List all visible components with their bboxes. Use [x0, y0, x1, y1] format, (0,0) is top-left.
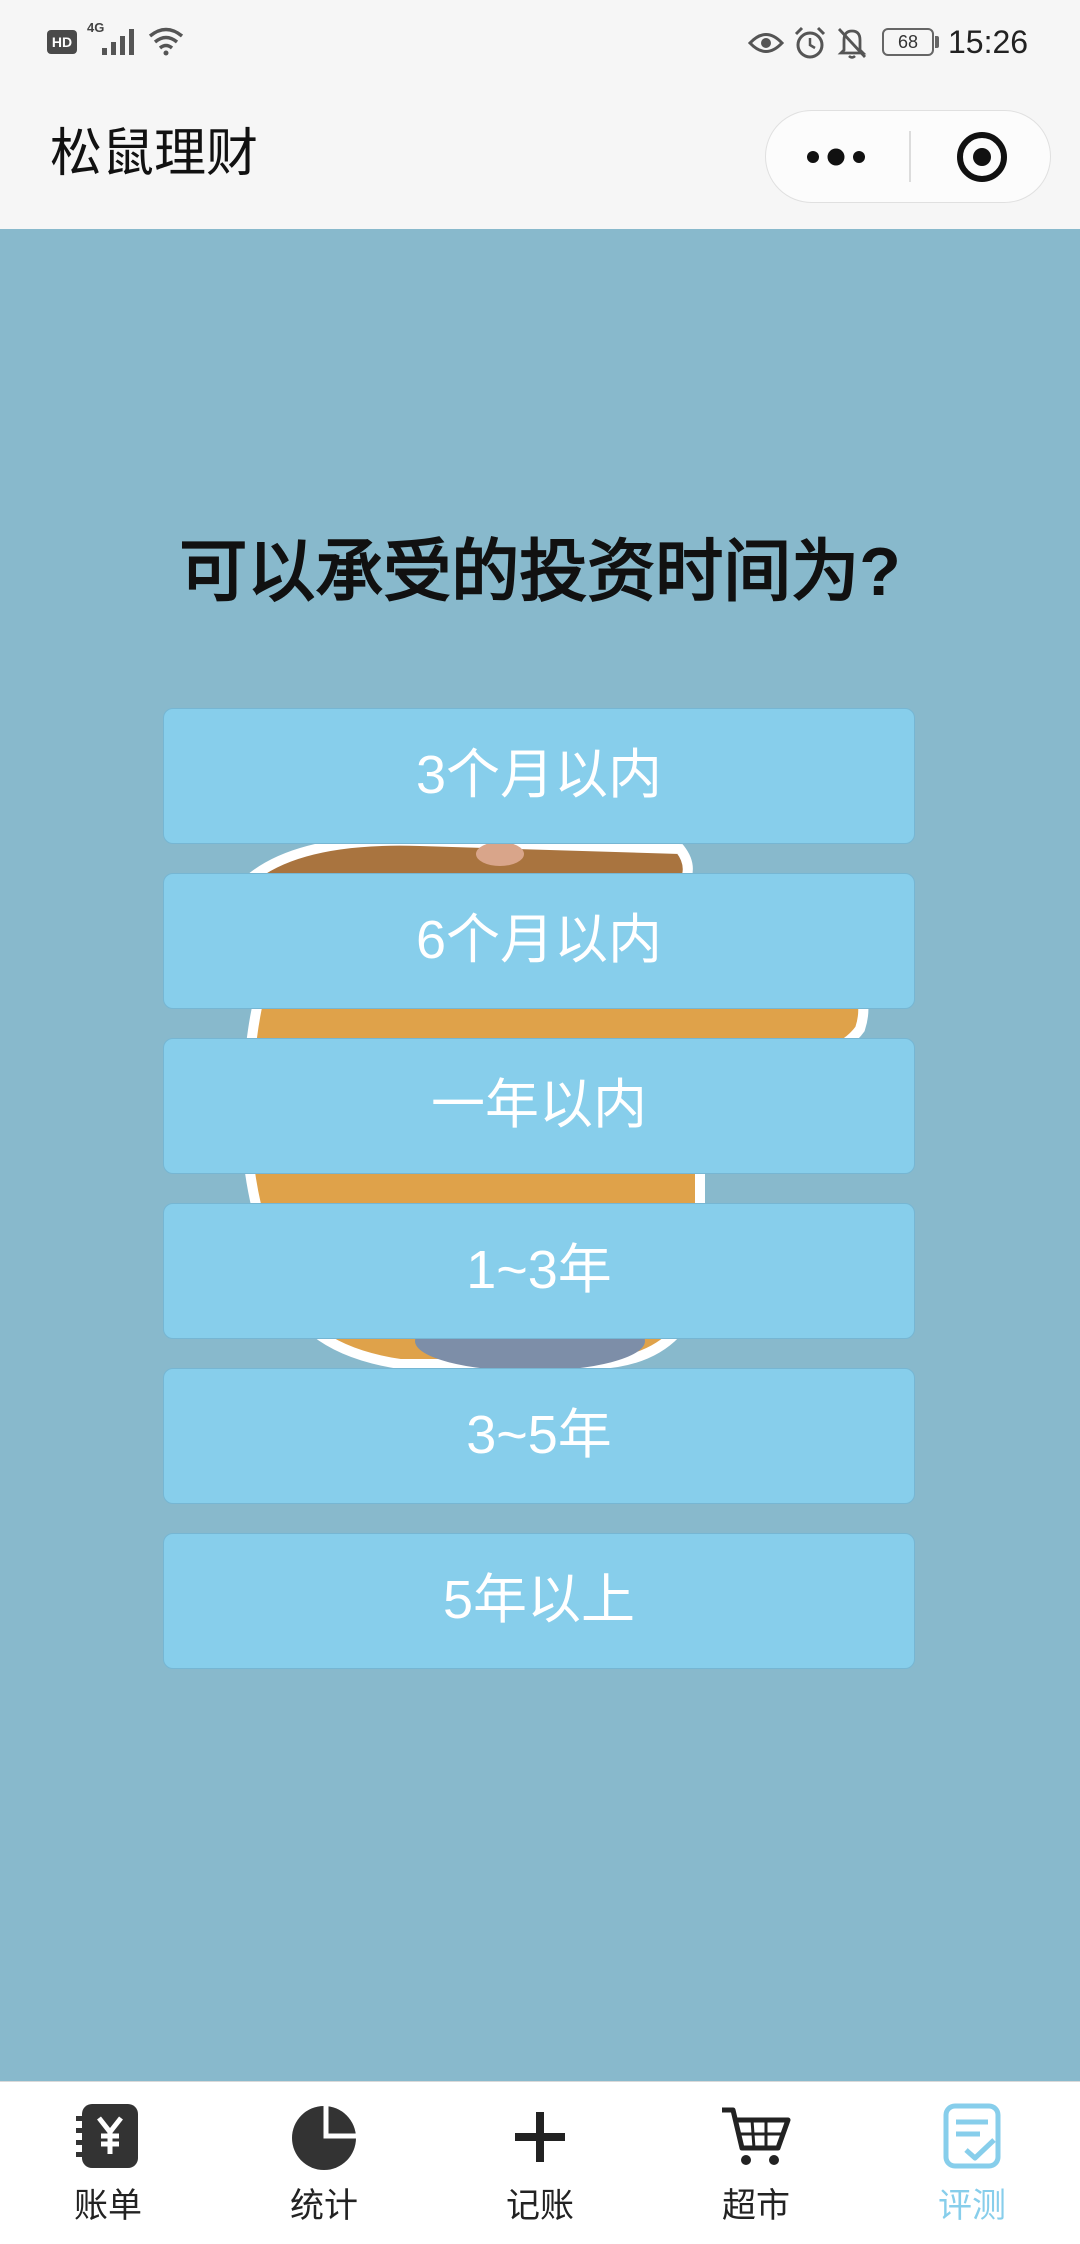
tab-label: 超市: [722, 2187, 790, 2225]
pie-chart-icon: [292, 2104, 358, 2170]
option-button[interactable]: 6个月以内: [163, 873, 915, 1009]
alarm-icon: [794, 26, 826, 59]
tab-label: 账单: [74, 2187, 142, 2225]
nav-bar: 松鼠理财: [0, 80, 1080, 229]
tab-statistics[interactable]: 统计: [216, 2082, 432, 2244]
cart-icon: [722, 2107, 791, 2165]
option-button[interactable]: 1~3年: [163, 1203, 915, 1339]
option-button[interactable]: 3~5年: [163, 1368, 915, 1504]
option-button[interactable]: 一年以内: [163, 1038, 915, 1174]
target-icon: [957, 132, 1007, 182]
more-button[interactable]: [766, 111, 909, 201]
tab-label: 评测: [938, 2187, 1006, 2225]
page-title: 松鼠理财: [50, 125, 259, 183]
tab-label: 统计: [290, 2187, 358, 2225]
question-title: 可以承受的投资时间为?: [179, 534, 901, 610]
option-button[interactable]: 5年以上: [163, 1533, 915, 1669]
signal-icon: [102, 29, 134, 55]
option-button[interactable]: 3个月以内: [163, 708, 915, 844]
bill-icon: [76, 2104, 138, 2168]
tab-label: 记账: [506, 2187, 574, 2225]
battery-level: 68: [882, 28, 934, 56]
tab-bill[interactable]: 账单: [0, 2082, 216, 2244]
plus-icon: [515, 2112, 565, 2162]
more-dots-icon: [807, 148, 865, 166]
eye-icon: [748, 33, 784, 53]
tab-assessment[interactable]: 评测: [864, 2082, 1080, 2244]
tab-market[interactable]: 超市: [648, 2082, 864, 2244]
status-time: 15:26: [948, 24, 1029, 60]
assessment-page: 可以承受的投资时间为? 3个月以内 6个月以内 一年以内 1~3年 3~5年 5…: [0, 229, 1080, 2081]
battery-tip: [935, 36, 939, 48]
status-bar: HD 4G 68 15:26: [0, 0, 1080, 80]
bell-off-icon: [837, 28, 867, 59]
hd-badge: HD: [47, 30, 77, 54]
close-button[interactable]: [910, 111, 1050, 201]
tab-record[interactable]: 记账: [432, 2082, 648, 2244]
mini-program-capsule: [765, 110, 1051, 203]
wifi-icon: [148, 27, 184, 56]
assessment-icon: [943, 2103, 1001, 2169]
tab-bar: 账单 统计 记账 超市 评测: [0, 2081, 1080, 2244]
